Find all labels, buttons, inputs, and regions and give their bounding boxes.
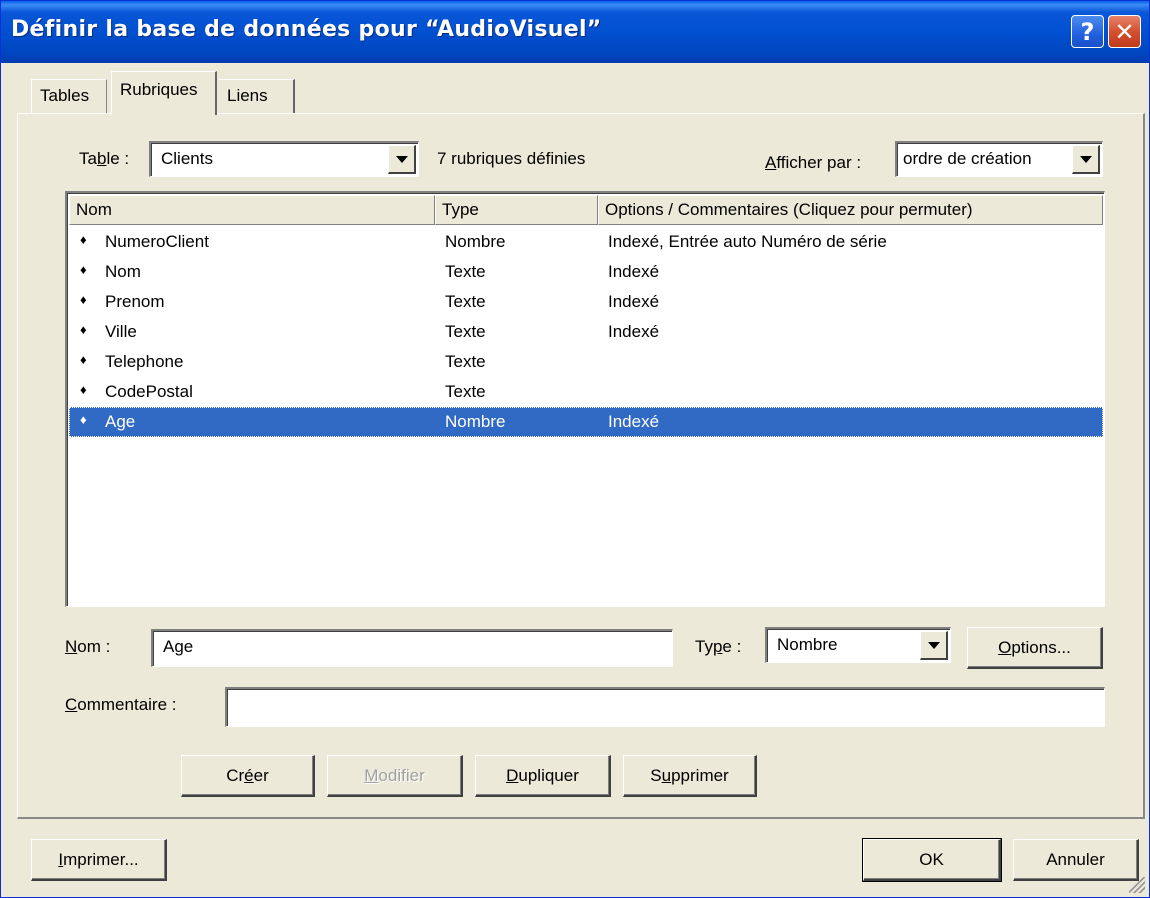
field-bullet-icon: ♦ [80,262,87,277]
list-row[interactable]: ♦ Ville Texte Indexé [69,317,1103,347]
field-list[interactable]: Nom Type Options / Commentaires (Cliquez… [65,191,1105,607]
list-row[interactable]: ♦ Telephone Texte [69,347,1103,377]
close-button[interactable]: ✕ [1108,15,1141,48]
field-bullet-icon: ♦ [80,382,87,397]
field-bullet-icon: ♦ [80,292,87,307]
list-header: Nom Type Options / Commentaires (Cliquez… [69,195,1103,225]
field-bullet-icon: ♦ [80,412,87,427]
cell-options: Indexé [608,262,660,281]
help-button[interactable]: ? [1071,15,1104,48]
cell-name: Ville [105,322,137,341]
comment-label: Commentaire : [65,695,177,714]
duplicate-button[interactable]: Dupliquer [475,755,611,797]
sort-select-value: ordre de création [903,149,1032,168]
cancel-button[interactable]: Annuler [1013,839,1139,881]
chevron-down-icon[interactable] [1072,145,1100,174]
cell-name: CodePostal [105,382,193,401]
field-count-text: 7 rubriques définies [437,149,586,168]
column-header-name[interactable]: Nom [69,195,435,225]
table-label: Table : [79,149,130,168]
tab-rubriques[interactable]: Rubriques [111,71,217,115]
cell-name: Age [105,412,136,431]
cell-options: Indexé [608,322,660,341]
table-select[interactable]: Clients [149,141,419,177]
modify-button[interactable]: Modifier [327,755,463,797]
cell-type: Texte [445,292,486,311]
title-bar[interactable]: Définir la base de données pour “AudioVi… [1,1,1149,63]
sort-label: Afficher par : [765,153,862,172]
chevron-down-icon[interactable] [920,631,948,660]
field-bullet-icon: ♦ [80,352,87,367]
create-button[interactable]: Cr é er [181,755,315,797]
field-bullet-icon: ♦ [80,232,87,247]
cell-name: Prenom [105,292,165,311]
column-header-options[interactable]: Options / Commentaires (Cliquez pour per… [598,195,1103,225]
dialog-window: Définir la base de données pour “AudioVi… [0,0,1150,898]
print-button[interactable]: Imprimer... [31,839,167,881]
tab-tables[interactable]: Tables [31,79,107,113]
type-select-value: Nombre [777,635,838,654]
close-icon: ✕ [1114,17,1135,46]
name-label: Nom : [65,637,111,656]
list-row[interactable]: ♦ CodePostal Texte [69,377,1103,407]
delete-button[interactable]: Su pprimer [623,755,757,797]
column-header-type[interactable]: Type [435,195,598,225]
cell-name: NumeroClient [105,232,209,251]
type-label: Type : [695,637,742,656]
type-select[interactable]: Nombre [765,627,951,663]
field-bullet-icon: ♦ [80,322,87,337]
window-title: Définir la base de données pour “AudioVi… [11,17,602,42]
cell-type: Nombre [445,232,506,251]
resize-grip[interactable] [1129,877,1145,893]
list-row[interactable]: ♦ NumeroClient Nombre Indexé, Entrée auto N… [69,227,1103,257]
cell-type: Texte [445,382,486,401]
cell-name: Telephone [105,352,184,371]
list-row[interactable]: ♦ Nom Texte Indexé [69,257,1103,287]
cell-type: Texte [445,322,486,341]
cell-type: Nombre [445,412,506,431]
sort-select[interactable]: ordre de création [895,141,1103,177]
options-button[interactable]: Options... [967,627,1103,669]
cell-type: Texte [445,352,486,371]
list-row[interactable]: ♦ Age Nombre Indexé [69,407,1103,437]
help-icon: ? [1080,17,1095,46]
cell-options: Indexé [608,292,660,311]
cell-name: Nom [105,262,141,281]
chevron-down-icon[interactable] [388,145,416,174]
cell-options: Indexé [608,412,660,431]
name-input[interactable]: Age [151,629,673,667]
table-select-value: Clients [161,149,213,168]
list-row[interactable]: ♦ Prenom Texte Indexé [69,287,1103,317]
tab-liens[interactable]: Liens [219,79,295,113]
cell-type: Texte [445,262,486,281]
ok-button[interactable]: OK [862,838,1002,882]
cell-options: Indexé, Entrée auto Numéro de série [608,232,887,251]
comment-input[interactable] [225,687,1105,727]
